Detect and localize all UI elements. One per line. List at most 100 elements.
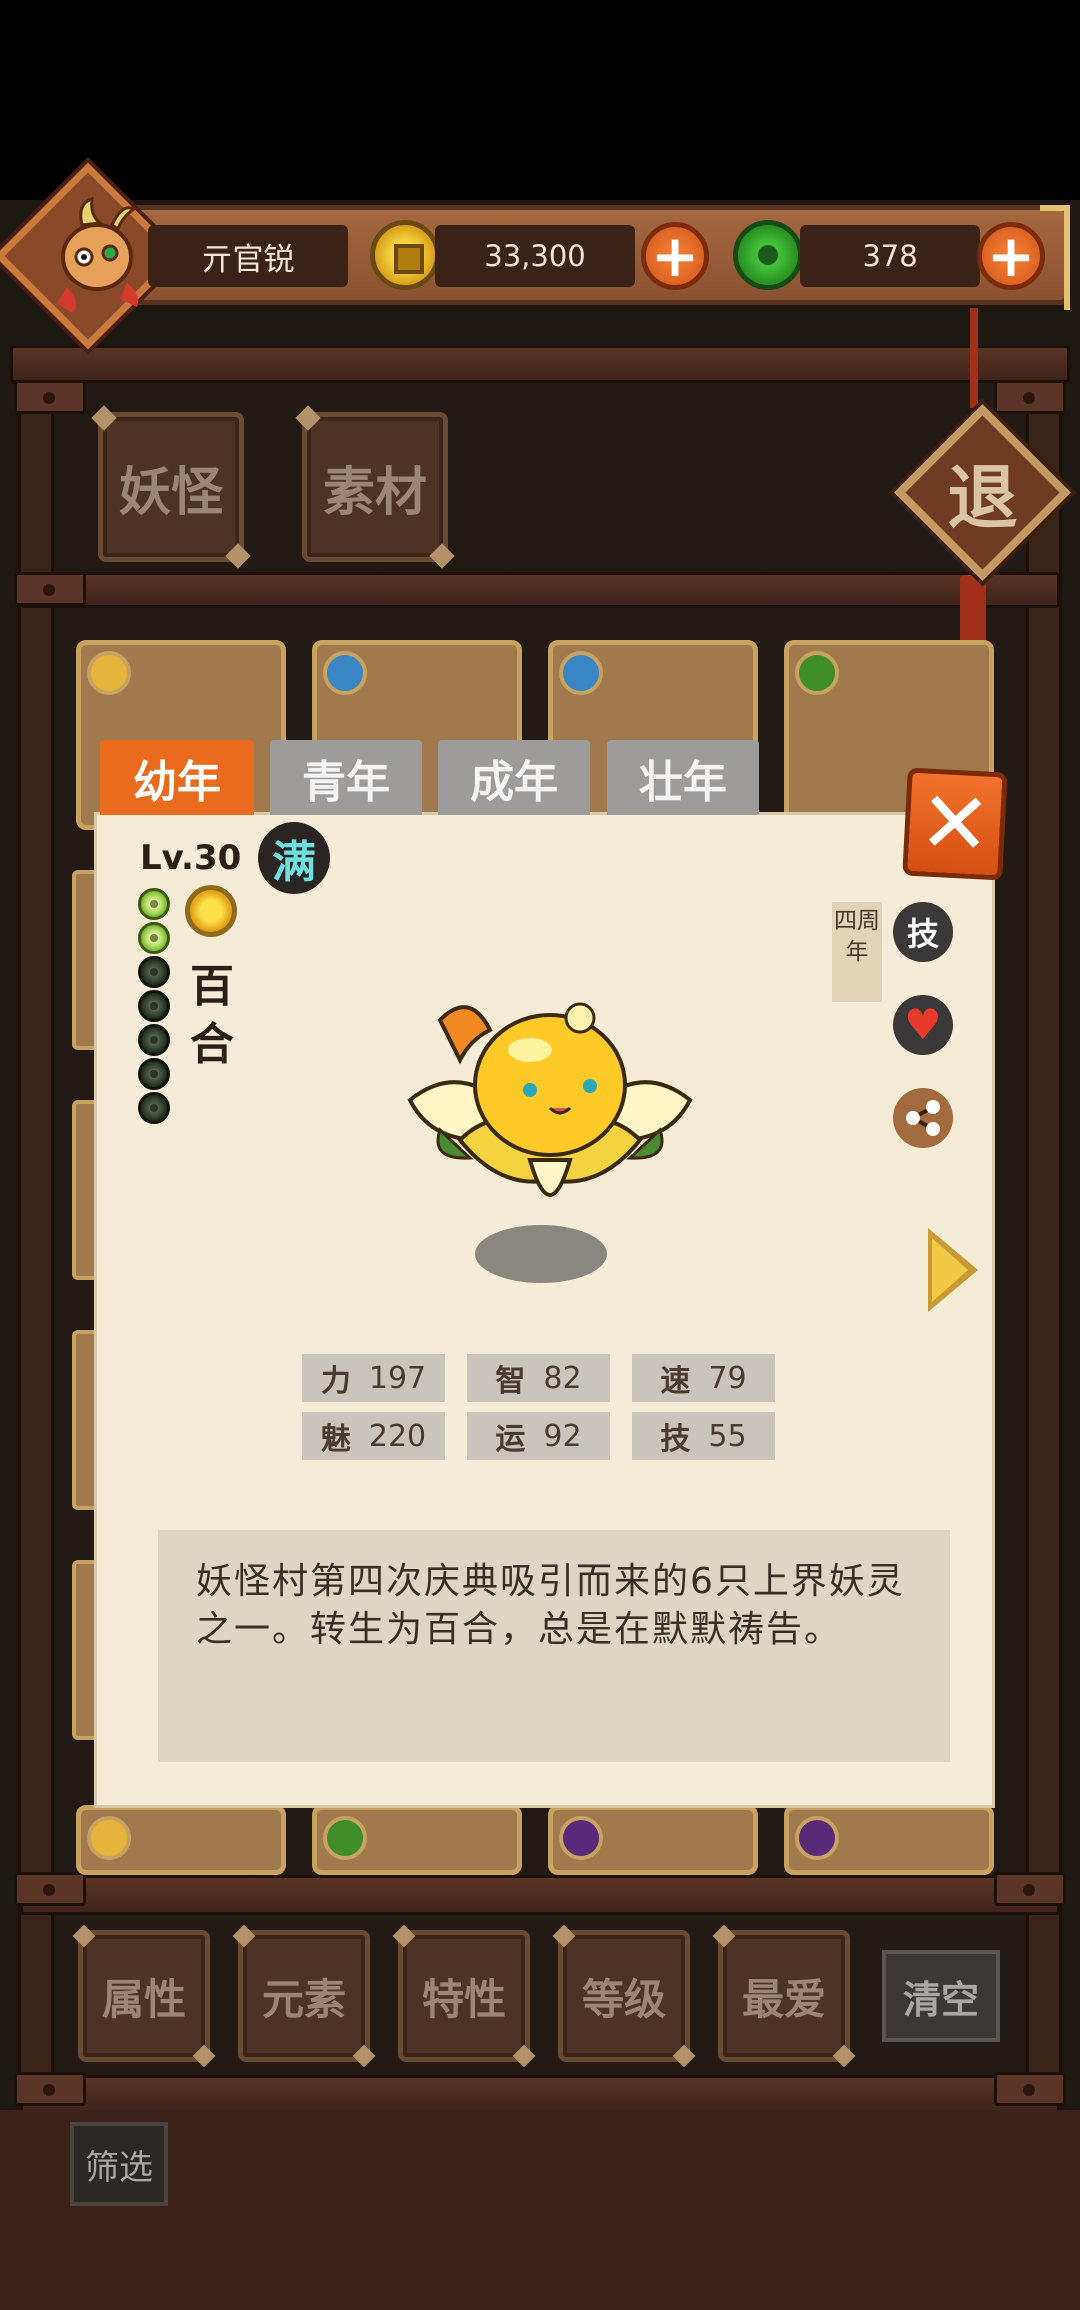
dark-element-icon xyxy=(559,1816,603,1860)
gold-amount: 33,300 xyxy=(435,225,635,287)
category-label: 素材 xyxy=(322,461,427,523)
beam-cap xyxy=(14,1872,86,1906)
exit-button[interactable]: 退 xyxy=(894,404,1071,581)
filter-label: 等级 xyxy=(581,1974,666,2024)
filter-toggle-button[interactable]: 筛选 xyxy=(70,2122,168,2206)
category-tab-monsters[interactable]: 妖怪 xyxy=(98,412,244,562)
sun-element-icon xyxy=(185,885,237,937)
filter-attribute-button[interactable]: 属性 xyxy=(78,1930,210,2062)
stat-value: 82 xyxy=(543,1360,582,1396)
stat-key: 速 xyxy=(660,1364,691,1399)
add-gold-button[interactable]: + xyxy=(641,222,709,290)
clear-filters-button[interactable]: 清空 xyxy=(882,1950,1000,2042)
jade-amount: 378 xyxy=(800,225,980,287)
stat-value: 79 xyxy=(708,1360,747,1396)
skill-icon: 技 xyxy=(906,915,939,953)
favorite-button[interactable]: ♥ xyxy=(893,995,953,1055)
skill-button[interactable]: 技 xyxy=(893,902,953,962)
monster-description: 妖怪村第四次庆典吸引而来的6只上界妖灵之一。转生为百合，总是在默默祷告。 xyxy=(158,1530,950,1762)
portrait-shadow xyxy=(475,1225,607,1283)
filter-trait-button[interactable]: 特性 xyxy=(398,1930,530,2062)
filter-toggle-label: 筛选 xyxy=(85,2147,153,2188)
stat-speed: 速 79 xyxy=(632,1354,775,1402)
share-button[interactable] xyxy=(893,1088,953,1148)
plus-icon: + xyxy=(986,222,1036,290)
monster-name: 百合 xyxy=(190,961,234,1070)
tab-label: 成年 xyxy=(470,756,558,808)
rank-pip-empty xyxy=(138,990,170,1022)
stat-skill: 技 55 xyxy=(632,1412,775,1460)
beam-cap xyxy=(14,572,86,606)
avatar[interactable] xyxy=(42,195,152,315)
water-element-icon xyxy=(559,651,603,695)
beam-cap xyxy=(14,2072,86,2106)
stat-charm: 魅 220 xyxy=(302,1412,445,1460)
category-label: 妖怪 xyxy=(118,461,223,523)
stat-value: 220 xyxy=(368,1418,427,1454)
stat-key: 技 xyxy=(660,1422,691,1457)
stat-strength: 力 197 xyxy=(302,1354,445,1402)
heart-icon: ♥ xyxy=(904,1000,942,1049)
category-tab-materials[interactable]: 素材 xyxy=(302,412,448,562)
stat-key: 魅 xyxy=(320,1422,351,1457)
stat-luck: 运 92 xyxy=(467,1412,610,1460)
beam-cap xyxy=(994,2072,1066,2106)
clear-label: 清空 xyxy=(902,1977,979,2022)
rank-pip-empty xyxy=(138,1092,170,1124)
add-jade-button[interactable]: + xyxy=(977,222,1045,290)
exit-cord xyxy=(970,308,978,408)
tab-juvenile[interactable]: 幼年 xyxy=(100,740,254,815)
exit-tassel xyxy=(960,575,986,645)
monster-card[interactable] xyxy=(784,1805,994,1875)
share-icon xyxy=(906,1100,940,1136)
full-badge: 满 xyxy=(258,822,330,894)
tab-label: 青年 xyxy=(302,756,390,808)
rank-pip-empty xyxy=(138,1024,170,1056)
beam-cap xyxy=(14,380,86,414)
sun-element-icon xyxy=(87,651,131,695)
next-arrow-icon xyxy=(932,1238,968,1302)
level-label: Lv.30 xyxy=(140,838,242,878)
water-element-icon xyxy=(323,651,367,695)
username-label: 亓官锐 xyxy=(148,225,348,287)
tab-label: 幼年 xyxy=(133,756,221,808)
filter-label: 特性 xyxy=(421,1974,506,2024)
rank-pip-filled xyxy=(138,888,170,920)
monster-card[interactable] xyxy=(312,1805,522,1875)
filter-label: 元素 xyxy=(261,1974,346,2024)
monster-portrait xyxy=(407,1002,693,1197)
stat-value: 55 xyxy=(708,1418,747,1454)
close-button[interactable]: ✕ xyxy=(902,767,1008,881)
tab-youth[interactable]: 青年 xyxy=(270,740,422,815)
sun-element-icon xyxy=(87,1816,131,1860)
tab-adult[interactable]: 成年 xyxy=(438,740,590,815)
filter-element-button[interactable]: 元素 xyxy=(238,1930,370,2062)
shelf-beam-top xyxy=(10,345,1070,383)
filter-level-button[interactable]: 等级 xyxy=(558,1930,690,2062)
jade-coin-icon xyxy=(733,220,803,290)
shelf-beam-bottom xyxy=(20,2075,1060,2113)
dark-element-icon xyxy=(795,1816,839,1860)
rank-pip-empty xyxy=(138,1058,170,1090)
beam-cap xyxy=(994,1872,1066,1906)
monster-card[interactable] xyxy=(548,1805,758,1875)
tab-prime[interactable]: 壮年 xyxy=(607,740,759,815)
stat-key: 运 xyxy=(495,1422,526,1457)
plus-icon: + xyxy=(650,222,700,290)
stat-key: 智 xyxy=(495,1364,526,1399)
filter-favorite-button[interactable]: 最爱 xyxy=(718,1930,850,2062)
close-icon: ✕ xyxy=(916,772,994,876)
exit-label: 退 xyxy=(947,456,1018,539)
anniversary-tag: 四周年 xyxy=(832,902,882,1002)
rank-pip-filled xyxy=(138,922,170,954)
stat-value: 197 xyxy=(368,1360,427,1396)
stat-intelligence: 智 82 xyxy=(467,1354,610,1402)
filter-label: 属性 xyxy=(101,1974,186,2024)
tab-label: 壮年 xyxy=(639,756,727,808)
leaf-element-icon xyxy=(795,651,839,695)
rank-pip-empty xyxy=(138,956,170,988)
stat-key: 力 xyxy=(320,1364,351,1399)
gold-coin-icon xyxy=(370,220,440,290)
stat-value: 92 xyxy=(543,1418,582,1454)
monster-card[interactable] xyxy=(76,1805,286,1875)
